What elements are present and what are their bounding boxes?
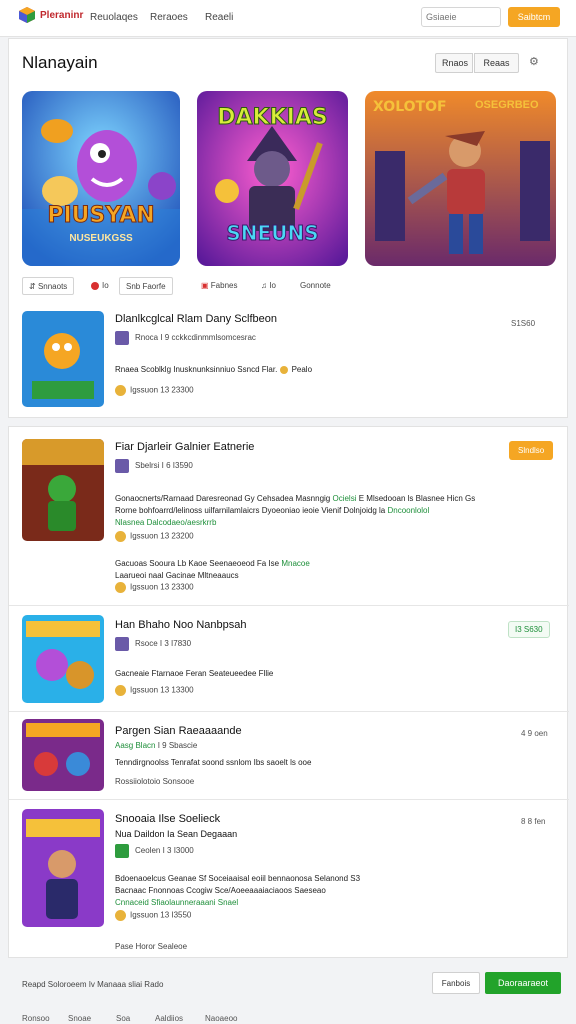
- banner-2-title: DAKKIAS: [217, 105, 328, 131]
- bell-icon: ♫: [261, 281, 270, 290]
- footer-link-1[interactable]: Ronsoo: [22, 1014, 50, 1023]
- game-5-meta: Ceolen I 3 I3000: [115, 844, 194, 858]
- game-1-title[interactable]: Dlanlkcglcal Rlam Dany Sclfbeon: [115, 313, 277, 325]
- footer-link-3[interactable]: Soa: [116, 1014, 130, 1023]
- publisher-avatar-icon: [115, 331, 129, 345]
- game-2-meta: Sbelrsi I 6 I3590: [115, 459, 193, 473]
- chat-icon: ▣: [201, 281, 211, 290]
- game-1-thumbnail[interactable]: [22, 311, 104, 407]
- game-1-score: S1S60: [511, 319, 536, 328]
- nav-link-1[interactable]: Reuolaqes: [90, 12, 138, 23]
- chip-a-icon: ⇵: [29, 282, 38, 291]
- game-3-meta: Rsoce I 3 I7830: [115, 637, 191, 651]
- game-4-title[interactable]: Pargen Sian Raeaaaande: [115, 725, 242, 737]
- chip-e-label: Io: [269, 281, 276, 290]
- filter-chip-c[interactable]: Snb Faorfe: [119, 277, 173, 295]
- game-5-footer: Igssuon 13 I3550: [115, 910, 191, 921]
- game-2-description-2: Gacuoas Sooura Lb Kaoe Seenaeoeod Fa Ise…: [115, 559, 310, 580]
- filter-chip-e[interactable]: ♫ Io: [261, 279, 276, 293]
- red-dot-icon: [91, 281, 99, 290]
- top-nav: Pleraninr Reuolaqes Reraoes Reaeli Saibt…: [0, 0, 576, 37]
- game-5-footer-2: Pase Horor Sealeoe: [115, 942, 188, 951]
- game-2-footer: Igssuon 13 23200: [115, 531, 194, 542]
- game-4-score: 4 9 oen: [521, 729, 548, 738]
- game-5-description: Bdoenaoelcus Geanae Sf Soceiaaisal eoiil…: [115, 874, 361, 907]
- game-5-subtitle: Nua Daildon Ia Sean Degaaan: [115, 829, 238, 839]
- nav-link-2[interactable]: Reraoes: [150, 12, 188, 23]
- footer-bar: Reapd Soloroeem Iv Manaaa sliai Rado Fan…: [0, 966, 576, 1024]
- user-icon: [115, 385, 126, 396]
- game-card-1[interactable]: Dlanlkcglcal Rlam Dany Sclfbeon Rnoca I …: [9, 307, 569, 417]
- user-icon: [115, 582, 126, 593]
- secondary-button[interactable]: Fanbois: [432, 972, 480, 994]
- game-1-meta: Rnoca I 9 cckkcdinmmlsomcesrac: [115, 331, 256, 345]
- banner-1-title: PIUSYAN: [47, 203, 155, 229]
- featured-panel: Nlanayain Rnaos Reaas ⚙ PIUSYAN NUSEUKGS…: [8, 38, 568, 418]
- view-toggle-b[interactable]: Reaas: [474, 53, 519, 73]
- game-list-panel: Fiar Djarleir Galnier Eatnerie Sbelrsi I…: [8, 426, 569, 958]
- game-5-score: 8 8 fen: [521, 817, 546, 826]
- chip-a-label: Snnaots: [37, 282, 68, 291]
- filter-chip-d[interactable]: ▣ Fabnes: [201, 279, 237, 293]
- banner-3-title: XOLOTOF: [373, 99, 447, 115]
- filter-chip-b[interactable]: Io: [91, 279, 109, 293]
- game-3-thumbnail[interactable]: [22, 615, 104, 703]
- filter-chip-a[interactable]: ⇵ Snnaots: [22, 277, 75, 295]
- footer-link-4[interactable]: Aaldiios: [155, 1014, 183, 1023]
- publisher-avatar-icon: [115, 844, 129, 858]
- game-2-badge[interactable]: Slndlso: [509, 441, 554, 460]
- game-2-title[interactable]: Fiar Djarleir Galnier Eatnerie: [115, 441, 254, 453]
- game-4-description: Tenndirgnoolss Tenrafat soond ssnlom Ibs…: [115, 758, 312, 767]
- chip-d-label: Fabnes: [210, 281, 238, 290]
- primary-button[interactable]: Daoraaraeot: [485, 972, 561, 994]
- game-1-footer: Igssuon 13 23300: [115, 385, 194, 396]
- coin-icon: [279, 365, 288, 374]
- featured-banner-1[interactable]: PIUSYAN NUSEUKGSS: [22, 91, 180, 266]
- sign-in-button[interactable]: Saibtcm: [508, 7, 560, 27]
- game-2-description: Gonaocnerts/Rarnaad Daresreonad Gy Cehsa…: [115, 494, 476, 527]
- banner-1-subtitle: NUSEUKGSS: [69, 233, 133, 244]
- game-1-description: Rnaea Scoblklg Inusknunksinniuo Ssncd Fl…: [115, 365, 313, 374]
- filter-chip-f[interactable]: Gonnote: [300, 279, 331, 293]
- game-4-footer: Rossiiolotoio Sonsooe: [115, 777, 195, 786]
- view-toggle-a[interactable]: Rnaos: [435, 53, 473, 73]
- user-icon: [115, 910, 126, 921]
- search-input[interactable]: [421, 7, 501, 27]
- game-4-thumbnail[interactable]: [22, 719, 104, 791]
- publisher-avatar-icon: [115, 459, 129, 473]
- game-card-3[interactable]: Han Bhaho Noo Nanbpsah Rsoce I 3 I7830 G…: [9, 605, 569, 711]
- footer-link-5[interactable]: Naoaeoo: [205, 1014, 237, 1023]
- user-icon: [115, 531, 126, 542]
- app-logo-icon[interactable]: [18, 6, 36, 24]
- brand-name[interactable]: Pleraninr: [40, 10, 83, 21]
- game-2-footer-2: Igssuon 13 23300: [115, 582, 194, 593]
- page-title: Nlanayain: [22, 53, 98, 72]
- featured-banner-3[interactable]: XOLOTOF OSEGRBEO: [365, 91, 556, 266]
- game-card-5[interactable]: Snooaia Ilse Soelieck Nua Daildon Ia Sea…: [9, 799, 569, 957]
- game-4-meta: Aasg Blacn I 9 Sbascie: [115, 741, 198, 750]
- banner-3-subtitle: OSEGRBEO: [475, 99, 539, 111]
- game-3-description: Gacneaie Ftarnaoe Feran Seateueedee Flli…: [115, 669, 274, 678]
- footer-text: Reapd Soloroeem Iv Manaaa sliai Rado: [22, 980, 164, 989]
- game-2-thumbnail[interactable]: [22, 439, 104, 541]
- game-card-2[interactable]: Fiar Djarleir Galnier Eatnerie Sbelrsi I…: [9, 427, 569, 605]
- featured-banner-2[interactable]: DAKKIAS SNEUNS: [197, 91, 348, 266]
- banner-2-subtitle: SNEUNS: [226, 221, 319, 246]
- footer-link-2[interactable]: Snoae: [68, 1014, 91, 1023]
- game-5-thumbnail[interactable]: [22, 809, 104, 927]
- chip-b-label: Io: [102, 281, 109, 290]
- user-icon: [115, 685, 126, 696]
- game-3-title[interactable]: Han Bhaho Noo Nanbpsah: [115, 619, 246, 631]
- game-5-title[interactable]: Snooaia Ilse Soelieck: [115, 813, 220, 825]
- publisher-avatar-icon: [115, 637, 129, 651]
- settings-icon[interactable]: ⚙: [529, 55, 539, 68]
- game-card-4[interactable]: Pargen Sian Raeaaaande Aasg Blacn I 9 Sb…: [9, 711, 569, 799]
- nav-link-3[interactable]: Reaeli: [205, 12, 233, 23]
- game-3-score: I3 S630: [508, 621, 550, 638]
- game-3-footer: Igssuon 13 13300: [115, 685, 194, 696]
